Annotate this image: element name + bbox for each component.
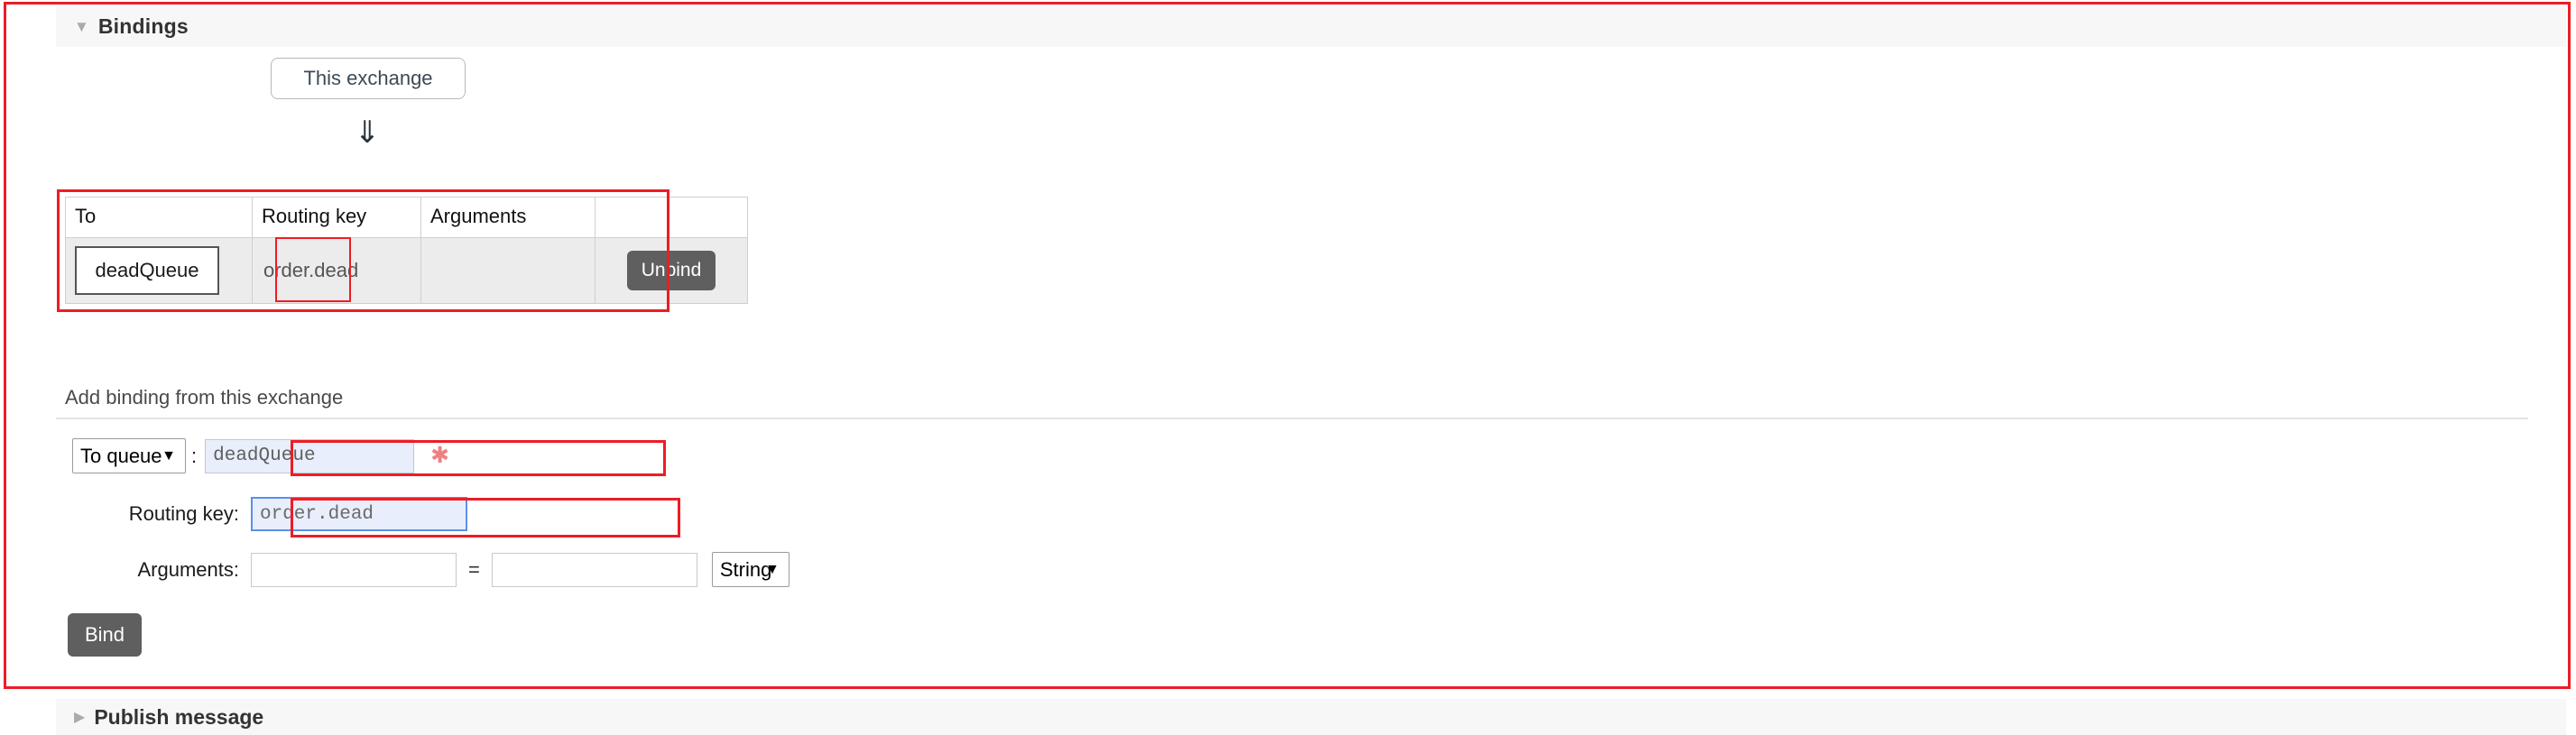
this-exchange-node: This exchange: [271, 58, 466, 99]
destination-input[interactable]: [205, 438, 415, 473]
section-title: Bindings: [97, 14, 189, 38]
argument-type-select-wrapper[interactable]: String ▼: [711, 552, 789, 587]
destination-separator: :: [191, 444, 198, 467]
routing-key-label: Routing key:: [128, 502, 239, 525]
triangle-right-icon[interactable]: ▶: [74, 708, 85, 726]
form-row-arguments: Arguments: = String ▼: [72, 552, 789, 587]
this-exchange-label: This exchange: [303, 67, 433, 89]
column-header-routing-key: Routing key: [252, 197, 421, 238]
add-binding-heading: Add binding from this exchange: [65, 386, 344, 409]
form-row-destination: To queue ▼ : ✱: [72, 438, 449, 473]
arguments-label: Arguments:: [137, 557, 240, 581]
column-header-actions: [595, 197, 748, 238]
cell-to: deadQueue: [65, 237, 253, 304]
cell-arguments: [420, 237, 596, 304]
bindings-section-header[interactable]: ▼ Bindings: [56, 6, 2566, 47]
down-arrow-icon: ⇓: [354, 115, 381, 150]
unbind-button[interactable]: Unbind: [626, 251, 716, 290]
table-header-row: To Routing key Arguments: [65, 197, 748, 238]
triangle-down-icon[interactable]: ▼: [74, 19, 89, 34]
argument-key-input[interactable]: [251, 552, 457, 587]
routing-key-value: order.dead: [263, 259, 359, 281]
bindings-table: To Routing key Arguments deadQueue order…: [65, 197, 748, 304]
cell-routing-key: order.dead: [252, 237, 421, 304]
publish-section-header[interactable]: ▶ Publish message: [56, 699, 2566, 735]
form-row-routing-key: Routing key:: [72, 497, 467, 531]
bind-button[interactable]: Bind: [68, 613, 143, 657]
equals-sign: =: [468, 557, 480, 581]
argument-value-input[interactable]: [491, 552, 697, 587]
table-row: deadQueue order.dead Unbind: [65, 237, 748, 304]
argument-type-select[interactable]: String: [711, 552, 789, 587]
column-header-to: To: [65, 197, 253, 238]
column-header-arguments: Arguments: [420, 197, 596, 238]
cell-actions: Unbind: [595, 237, 748, 304]
destination-type-select[interactable]: To queue: [72, 438, 186, 473]
routing-key-input[interactable]: [251, 497, 467, 531]
form-divider: [56, 418, 2528, 419]
queue-link-deadqueue[interactable]: deadQueue: [75, 246, 219, 295]
publish-section-title: Publish message: [94, 704, 264, 729]
required-asterisk: ✱: [430, 443, 450, 468]
destination-type-select-wrapper[interactable]: To queue ▼: [72, 438, 186, 473]
